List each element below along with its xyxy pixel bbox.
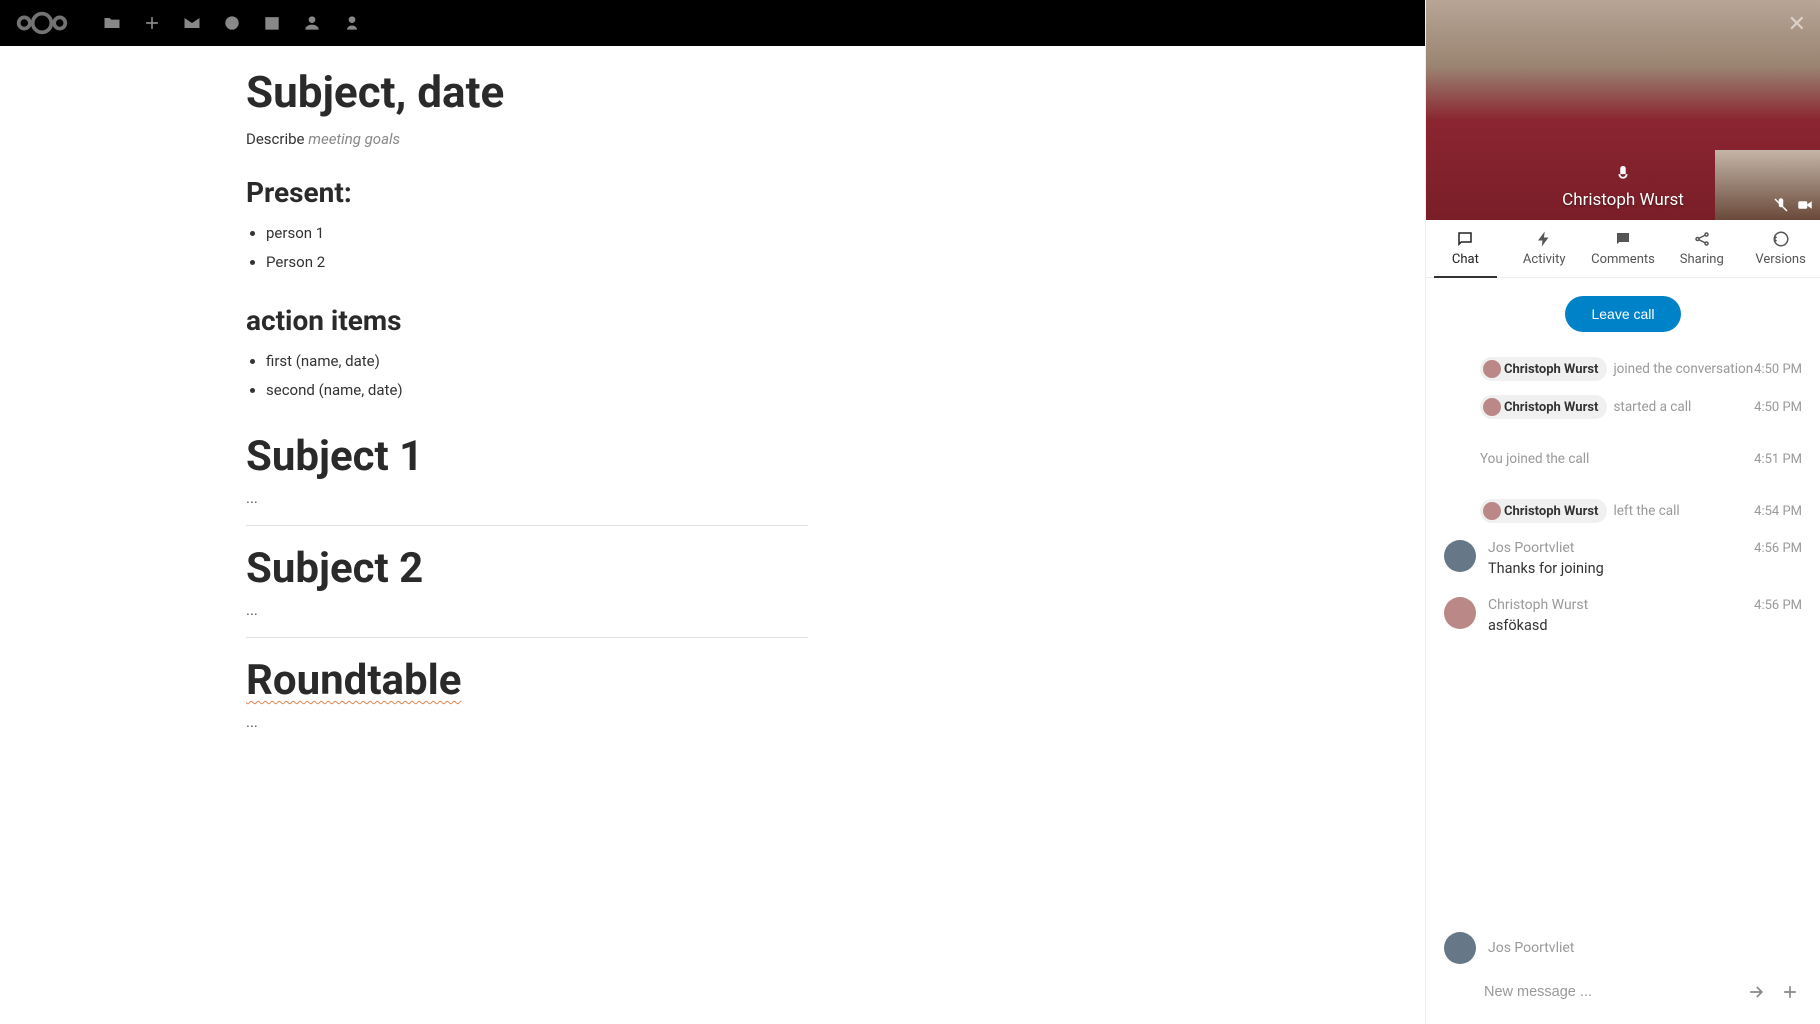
chat-actor-pill[interactable]: Christoph Wurst: [1480, 499, 1607, 523]
present-heading[interactable]: Present:: [246, 176, 1054, 209]
leave-call-button[interactable]: Leave call: [1565, 296, 1680, 332]
chat-text: asfökasd: [1488, 617, 1802, 634]
subject1-heading[interactable]: Subject 1: [246, 432, 1054, 481]
chat-system-message: Christoph Wurst joined the conversation …: [1444, 350, 1802, 388]
chat-system-text: started a call: [1613, 399, 1691, 415]
chat-actor-name: Christoph Wurst: [1504, 362, 1598, 377]
close-icon[interactable]: ✕: [1788, 12, 1806, 37]
tab-label: Sharing: [1680, 252, 1724, 267]
chat-log: Christoph Wurst joined the conversation …: [1426, 350, 1820, 918]
chat-author: Christoph Wurst: [1488, 597, 1588, 613]
subject2-body[interactable]: ...: [246, 601, 1054, 619]
sidebar-tabs: Chat Activity Comments Sharing Versions: [1426, 220, 1820, 278]
chat-system-text: joined the conversation: [1613, 361, 1753, 377]
subject2-heading[interactable]: Subject 2: [246, 544, 1054, 593]
chat-author: Jos Poortvliet: [1488, 540, 1574, 556]
send-icon[interactable]: [1746, 982, 1766, 1002]
doc-describe[interactable]: Describe meeting goals: [246, 130, 1054, 148]
chat-composer-header: Jos Poortvliet: [1426, 918, 1820, 978]
app-logo[interactable]: [12, 8, 72, 38]
video-call-area: Christoph Wurst ✕: [1426, 0, 1820, 220]
comments-icon: [1614, 230, 1632, 248]
mail-icon[interactable]: [182, 13, 202, 33]
plus-icon[interactable]: [142, 13, 162, 33]
tab-comments[interactable]: Comments: [1584, 220, 1663, 277]
tab-label: Versions: [1755, 252, 1805, 267]
avatar[interactable]: [1444, 540, 1476, 572]
chat-icon: [1456, 230, 1474, 248]
chat-time: 4:51 PM: [1754, 452, 1802, 467]
composer-author: Jos Poortvliet: [1488, 940, 1574, 956]
attach-icon[interactable]: [1780, 982, 1800, 1002]
tab-label: Activity: [1523, 252, 1566, 267]
chat-composer: [1426, 978, 1820, 1024]
chat-time: 4:50 PM: [1754, 362, 1802, 377]
action-heading[interactable]: action items: [246, 304, 1054, 337]
chat-time: 4:56 PM: [1754, 541, 1802, 556]
calendar-icon[interactable]: [262, 13, 282, 33]
list-item[interactable]: second (name, date): [266, 376, 1054, 405]
tab-sharing[interactable]: Sharing: [1662, 220, 1741, 277]
chat-time: 4:50 PM: [1754, 400, 1802, 415]
avatar: [1444, 932, 1476, 964]
video-participant-name: Christoph Wurst: [1562, 190, 1684, 210]
roundtable-body[interactable]: ...: [246, 713, 1054, 731]
more-icon[interactable]: [342, 13, 362, 33]
doc-title[interactable]: Subject, date: [246, 66, 1054, 118]
chat-system-message: Christoph Wurst left the call 4:54 PM: [1444, 492, 1802, 530]
tab-activity[interactable]: Activity: [1505, 220, 1584, 277]
tab-versions[interactable]: Versions: [1741, 220, 1820, 277]
list-item[interactable]: first (name, date): [266, 347, 1054, 376]
action-list[interactable]: first (name, date) second (name, date): [266, 347, 1054, 404]
divider: [246, 525, 808, 526]
mic-muted-icon[interactable]: [1772, 196, 1790, 214]
chat-system-message: Christoph Wurst started a call 4:50 PM: [1444, 388, 1802, 426]
files-icon[interactable]: [102, 13, 122, 33]
chat-message: Jos Poortvliet 4:56 PM Thanks for joinin…: [1444, 530, 1802, 587]
tab-label: Chat: [1452, 252, 1479, 267]
roundtable-heading[interactable]: Roundtable: [246, 656, 1054, 705]
avatar: [1483, 502, 1501, 520]
sharing-icon: [1693, 230, 1711, 248]
chat-actor-name: Christoph Wurst: [1504, 504, 1598, 519]
chat-system-text: left the call: [1613, 503, 1679, 519]
topbar-nav: [102, 13, 362, 33]
divider: [246, 637, 808, 638]
sidebar: Christoph Wurst ✕ Chat Activity: [1425, 0, 1820, 1024]
subject1-body[interactable]: ...: [246, 489, 1054, 507]
video-self-preview[interactable]: [1715, 150, 1820, 220]
tab-label: Comments: [1591, 252, 1655, 267]
chat-message: Christoph Wurst 4:56 PM asfökasd: [1444, 587, 1802, 644]
talk-icon[interactable]: [222, 13, 242, 33]
activity-icon: [1535, 230, 1553, 248]
chat-text: Thanks for joining: [1488, 560, 1802, 577]
mic-muted-icon: [1612, 164, 1634, 186]
present-list[interactable]: person 1 Person 2: [266, 219, 1054, 276]
chat-time: 4:56 PM: [1754, 598, 1802, 613]
chat-actor-pill[interactable]: Christoph Wurst: [1480, 395, 1607, 419]
message-input[interactable]: [1484, 984, 1732, 1000]
describe-goals: meeting goals: [308, 130, 400, 148]
describe-label: Describe: [246, 130, 308, 148]
versions-icon: [1772, 230, 1790, 248]
avatar: [1483, 360, 1501, 378]
list-item[interactable]: person 1: [266, 219, 1054, 248]
camera-icon[interactable]: [1796, 196, 1814, 214]
chat-system-text: You joined the call: [1480, 451, 1589, 467]
chat-time: 4:54 PM: [1754, 504, 1802, 519]
contacts-icon[interactable]: [302, 13, 322, 33]
chat-actor-pill[interactable]: Christoph Wurst: [1480, 357, 1607, 381]
chat-actor-name: Christoph Wurst: [1504, 400, 1598, 415]
list-item[interactable]: Person 2: [266, 248, 1054, 277]
document-editor[interactable]: Subject, date Describe meeting goals Pre…: [0, 46, 1425, 1024]
tab-chat[interactable]: Chat: [1426, 220, 1505, 277]
avatar[interactable]: [1444, 597, 1476, 629]
avatar: [1483, 398, 1501, 416]
chat-system-message: You joined the call 4:51 PM: [1444, 444, 1802, 474]
